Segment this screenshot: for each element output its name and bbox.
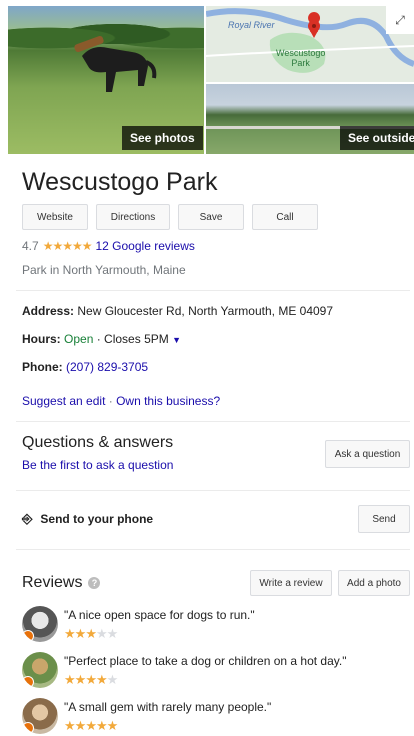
send-button[interactable]: Send [358, 505, 410, 533]
send-to-phone-icon: ⎆ [22, 511, 33, 526]
qa-title: Questions & answers [22, 434, 174, 451]
star-filled-icon: ★ [74, 718, 87, 733]
own-business-link[interactable]: Own this business? [116, 394, 220, 408]
review-stars: ★★★★★ [64, 672, 119, 688]
review-text: "A nice open space for dogs to run." [64, 608, 255, 622]
photo-strip: See photos Royal River Wescustogo Park ⤢ … [8, 6, 414, 154]
star-filled-icon: ★ [64, 626, 76, 641]
map-park-label: Wescustogo Park [276, 48, 326, 68]
outside-photo[interactable]: See outside [206, 84, 414, 154]
help-icon[interactable]: ? [88, 577, 101, 589]
star-filled-icon: ★ [74, 626, 87, 641]
website-button[interactable]: Website [22, 204, 88, 230]
star-filled-icon: ★ [85, 672, 97, 687]
directions-button[interactable]: Directions [96, 204, 170, 230]
write-review-button[interactable]: Write a review [250, 570, 332, 596]
address-value[interactable]: New Gloucester Rd, North Yarmouth, ME 04… [77, 304, 333, 318]
reviews-link[interactable]: 12 Google reviews [95, 239, 194, 253]
address-row: Address: New Gloucester Rd, North Yarmou… [22, 304, 334, 318]
send-to-phone-label: Send to your phone [40, 512, 154, 526]
save-button[interactable]: Save [178, 204, 244, 230]
review-item[interactable]: "A nice open space for dogs to run." ★★★… [22, 606, 412, 650]
star-filled-icon: ★ [106, 718, 119, 733]
map-graphic [206, 8, 414, 73]
divider [16, 490, 410, 491]
place-category: Park in North Yarmouth, Maine [22, 263, 186, 277]
call-button[interactable]: Call [252, 204, 318, 230]
star-filled-icon: ★ [85, 626, 97, 641]
local-guide-badge-icon [22, 676, 34, 688]
reviewer-avatar [22, 698, 58, 734]
map-thumbnail[interactable]: Royal River Wescustogo Park ⤢ [206, 6, 414, 82]
edit-links: Suggest an edit · Own this business? [22, 394, 221, 408]
rating-value: 4.7 [22, 239, 39, 253]
park-photo-dog[interactable]: See photos [8, 6, 204, 154]
ask-first-question-link[interactable]: Be the first to ask a question [22, 458, 173, 472]
rating-summary: 4.7 ★★★★★ 12 Google reviews [22, 239, 195, 253]
send-to-phone-row[interactable]: ⎆ Send to your phone [22, 511, 153, 527]
review-stars: ★★★★★ [64, 626, 119, 642]
divider [16, 549, 410, 550]
see-photos-button[interactable]: See photos [122, 126, 203, 150]
star-filled-icon: ★ [85, 718, 97, 733]
rating-stars-icon: ★★★★★ [42, 239, 93, 253]
local-guide-badge-icon [22, 630, 34, 642]
review-text: "A small gem with rarely many people." [64, 700, 272, 714]
review-item[interactable]: "A small gem with rarely many people." ★… [22, 698, 412, 736]
see-outside-button[interactable]: See outside [340, 126, 414, 150]
expand-icon[interactable]: ⤢ [386, 6, 414, 34]
star-empty-icon: ★ [106, 626, 119, 641]
hours-status: Open [64, 332, 94, 346]
star-filled-icon: ★ [64, 718, 76, 733]
reviews-heading: Reviews ? [22, 574, 101, 592]
add-photo-button[interactable]: Add a photo [338, 570, 410, 596]
suggest-edit-link[interactable]: Suggest an edit [22, 394, 105, 408]
review-text: "Perfect place to take a dog or children… [64, 654, 347, 668]
divider [16, 290, 410, 291]
review-item[interactable]: "Perfect place to take a dog or children… [22, 652, 412, 696]
local-guide-badge-icon [22, 722, 34, 734]
star-filled-icon: ★ [64, 672, 76, 687]
star-filled-icon: ★ [95, 672, 108, 687]
ask-question-button[interactable]: Ask a question [325, 440, 410, 468]
chevron-down-icon[interactable]: ▼ [172, 335, 181, 345]
dog-illustration [74, 35, 157, 92]
map-river-label: Royal River [228, 20, 275, 30]
divider [16, 421, 410, 422]
hours-row[interactable]: Hours: Open · Closes 5PM ▼ [22, 332, 181, 346]
hours-detail: · Closes 5PM [96, 332, 169, 346]
star-filled-icon: ★ [95, 718, 108, 733]
star-empty-icon: ★ [95, 626, 108, 641]
reviewer-avatar [22, 652, 58, 688]
review-stars: ★★★★★ [64, 718, 119, 734]
phone-row: Phone: (207) 829-3705 [22, 360, 149, 374]
action-buttons: Website Directions Save Call [22, 204, 318, 230]
phone-link[interactable]: (207) 829-3705 [66, 360, 148, 374]
place-title: Wescustogo Park [22, 168, 218, 196]
star-filled-icon: ★ [74, 672, 87, 687]
star-empty-icon: ★ [106, 672, 119, 687]
reviewer-avatar [22, 606, 58, 642]
